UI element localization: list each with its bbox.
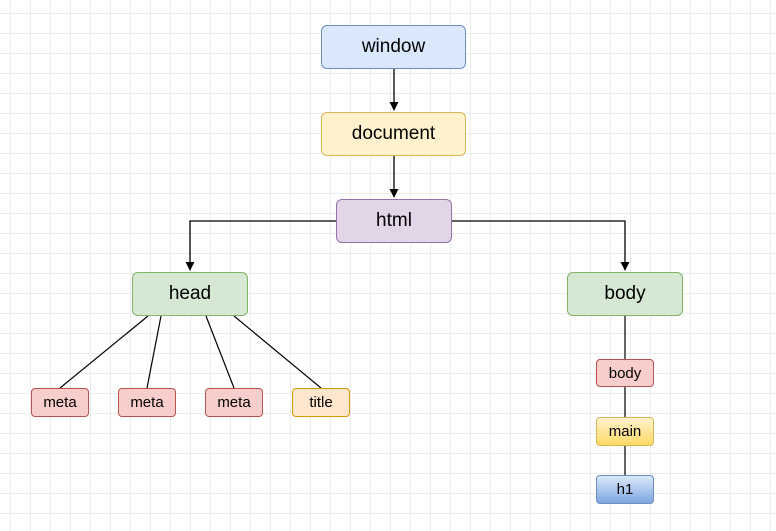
- node-meta-1[interactable]: meta: [31, 388, 89, 417]
- node-html[interactable]: html: [336, 199, 452, 243]
- edge-head-meta3: [205, 315, 235, 389]
- node-head[interactable]: head: [132, 272, 248, 316]
- node-title[interactable]: title: [292, 388, 350, 417]
- node-window[interactable]: window: [321, 25, 466, 69]
- node-document[interactable]: document: [321, 112, 466, 156]
- edge-html-head: [185, 220, 336, 271]
- node-meta-2[interactable]: meta: [118, 388, 176, 417]
- diagram-edges: [59, 69, 630, 475]
- node-main[interactable]: main: [596, 417, 654, 446]
- edge-head-title: [233, 315, 322, 389]
- edge-html-body: [452, 220, 630, 271]
- node-body[interactable]: body: [567, 272, 683, 316]
- edge-head-meta1: [59, 315, 149, 389]
- node-h1[interactable]: h1: [596, 475, 654, 504]
- node-meta-3[interactable]: meta: [205, 388, 263, 417]
- edge-head-meta2: [146, 315, 162, 389]
- node-body-child[interactable]: body: [596, 359, 654, 387]
- diagram-canvas: window document html head body meta meta…: [0, 0, 776, 531]
